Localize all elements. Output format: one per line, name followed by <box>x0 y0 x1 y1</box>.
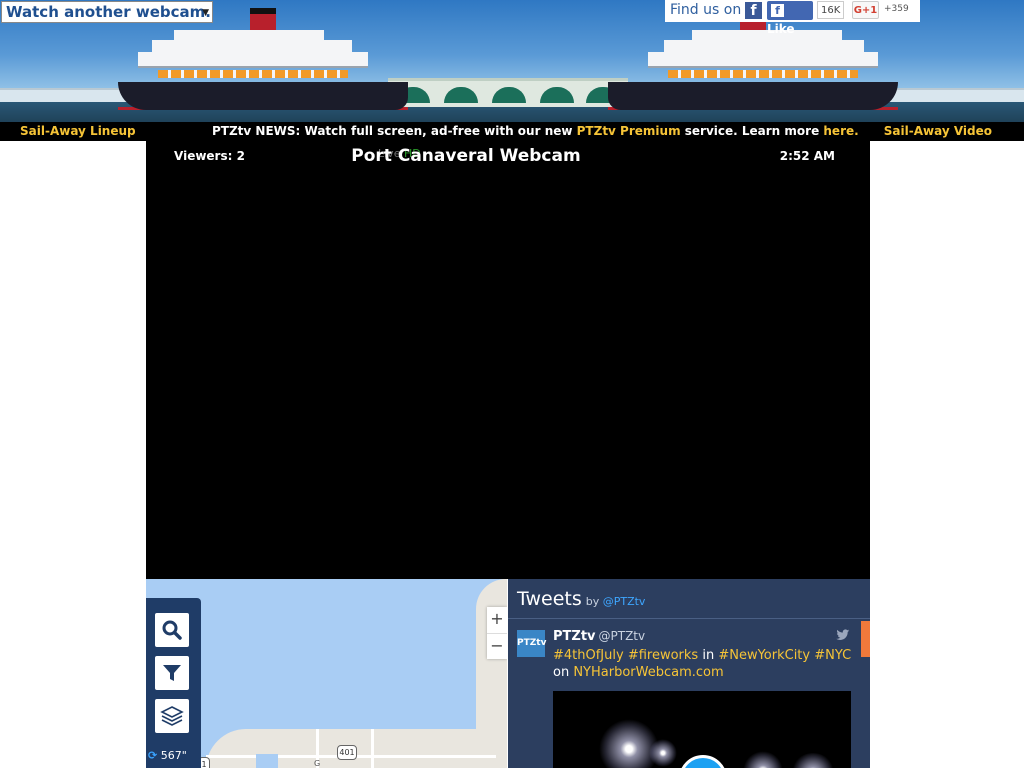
webcam-select-value: Watch another webcam... <box>6 3 213 21</box>
hashtag-link[interactable]: #fireworks <box>628 648 698 663</box>
twitter-bird-icon[interactable] <box>836 629 850 645</box>
social-bar: Find us on f f Like 16K G+1 +359 <box>665 0 920 36</box>
facebook-icon[interactable]: f <box>745 2 762 19</box>
map-road-label: G <box>314 759 321 768</box>
news-text: PTZtv NEWS: Watch full screen, ad-free w… <box>212 122 859 141</box>
tweets-divider <box>508 618 870 619</box>
facebook-like-button[interactable]: f Like <box>767 1 813 36</box>
tweet-url-link[interactable]: NYHarborWebcam.com <box>573 665 723 680</box>
tweets-title: Tweets <box>517 588 582 610</box>
hashtag-link[interactable]: #4thOfJuly <box>553 648 624 663</box>
twitter-timeline: Tweets by @PTZtv PTZtv PTZtv @PTZtv #4thOf… <box>508 579 870 768</box>
zoom-out-button[interactable]: − <box>487 634 507 660</box>
layers-icon <box>160 706 184 726</box>
map-filter-button[interactable] <box>155 656 189 690</box>
filter-icon <box>163 665 181 681</box>
header-banner: Watch another webcam... ▼ Find us on f f… <box>0 0 1024 122</box>
ship-tracker-map[interactable]: 401 1 G + − ⟳ 567" <box>146 579 507 768</box>
ptztv-premium-link[interactable]: PTZtv Premium <box>577 124 681 138</box>
facebook-like-label: Like <box>767 22 795 36</box>
tweets-handle-link[interactable]: @PTZtv <box>603 595 646 608</box>
cruise-terminal <box>388 78 628 107</box>
route-401-shield: 401 <box>337 745 357 760</box>
play-icon[interactable] <box>679 755 727 768</box>
map-search-button[interactable] <box>155 613 189 647</box>
facebook-icon: f <box>771 4 784 17</box>
chevron-down-icon: ▼ <box>202 8 209 18</box>
news-prefix: PTZtv NEWS: Watch full screen, ad-free w… <box>212 124 577 138</box>
map-toolbar: ⟳ 567" <box>146 598 201 768</box>
tweet-author-name: PTZtv <box>553 629 596 644</box>
news-mid: service. Learn more <box>680 124 824 138</box>
tweets-scroll-thumb[interactable] <box>861 621 870 657</box>
map-layers-button[interactable] <box>155 699 189 733</box>
zoom-in-button[interactable]: + <box>487 607 507 634</box>
refresh-timer[interactable]: ⟳ 567" <box>148 749 187 762</box>
dock-right <box>886 88 1024 102</box>
firework-burst <box>599 719 659 768</box>
map-zoom-controls: + − <box>487 607 507 659</box>
tweet-text: #4thOfJuly #fireworks in #NewYorkCity #N… <box>553 648 852 680</box>
tweets-header: Tweets by @PTZtv <box>517 588 645 610</box>
firework-burst <box>791 753 835 768</box>
webcam-select[interactable]: Watch another webcam... ▼ <box>1 1 213 23</box>
webcam-title: Port Canaveral Webcam <box>351 146 581 166</box>
video-player[interactable]: Viewers: 2 Live HD Port Canaveral Webcam… <box>146 141 870 579</box>
avatar[interactable]: PTZtv <box>517 630 546 657</box>
refresh-seconds: 567" <box>160 749 187 762</box>
sail-away-lineup-link[interactable]: Sail-Away Lineup <box>20 122 136 141</box>
local-time: 2:52 AM <box>779 149 835 163</box>
firework-burst <box>743 751 783 768</box>
news-bar: Sail-Away Lineup PTZtv NEWS: Watch full … <box>0 122 1024 141</box>
find-us-label: Find us on <box>670 2 742 18</box>
tweets-by: by <box>585 595 600 608</box>
facebook-like-count: 16K <box>817 1 845 19</box>
tweet-media-fireworks[interactable] <box>553 691 851 768</box>
hashtag-link[interactable]: #NewYorkCity <box>718 648 810 663</box>
google-plus-count: +359 <box>884 4 909 14</box>
firework-burst <box>649 739 677 767</box>
tweet-author[interactable]: PTZtv @PTZtv <box>553 629 645 644</box>
hashtag-link[interactable]: #NYC <box>814 648 851 663</box>
tweet-author-handle: @PTZtv <box>598 629 646 643</box>
learn-more-link[interactable]: here. <box>823 124 858 138</box>
google-plus-button[interactable]: G+1 <box>852 1 879 19</box>
sail-away-video-link[interactable]: Sail-Away Video <box>884 122 992 141</box>
refresh-icon: ⟳ <box>148 749 158 762</box>
map-pond <box>256 754 278 768</box>
search-icon <box>162 620 182 640</box>
